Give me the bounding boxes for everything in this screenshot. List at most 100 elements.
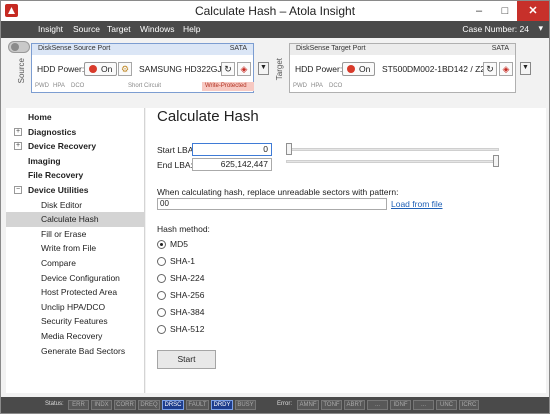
sidebar-item-label: Device Recovery xyxy=(28,141,97,152)
sidebar-item-home[interactable]: Home xyxy=(6,110,145,125)
refresh-icon[interactable]: ↻ xyxy=(221,62,235,76)
sidebar-nav: Home + Diagnostics + Device Recovery Ima… xyxy=(6,108,145,393)
chevron-down-icon[interactable]: ▾ xyxy=(538,23,543,34)
target-hdd-power-label: HDD Power: xyxy=(295,64,343,74)
source-port-panel: DiskSense Source Port SATA HDD Power: On… xyxy=(31,43,254,93)
sidebar-item-label: Unclip HPA/DCO xyxy=(41,301,106,312)
status-flag-fault: FAULT xyxy=(186,400,209,410)
source-status-strip: PWD HPA DCO Short Circuit Write-Protecte… xyxy=(32,82,254,91)
start-lba-input[interactable]: 0 xyxy=(192,143,272,156)
refresh-icon[interactable]: ↻ xyxy=(483,62,497,76)
source-hdd-power-label: HDD Power: xyxy=(37,64,85,74)
toggle-panel-icon[interactable] xyxy=(8,41,30,53)
source-drive-name: SAMSUNG HD322GJ... xyxy=(139,64,229,74)
slider-track xyxy=(286,148,499,151)
sidebar-item-compare[interactable]: Compare xyxy=(6,256,145,271)
pattern-label: When calculating hash, replace unreadabl… xyxy=(157,187,399,197)
error-flag-idnf: IDNF xyxy=(390,400,411,410)
sidebar-item-label: Diagnostics xyxy=(28,126,77,137)
sidebar-item-unclip-hpa-dco[interactable]: Unclip HPA/DCO xyxy=(6,300,145,315)
menu-insight[interactable]: Insight xyxy=(38,24,63,34)
sidebar-item-label: Device Configuration xyxy=(41,272,120,283)
short-circuit-indicator: Short Circuit xyxy=(128,83,162,89)
main-content: Calculate Hash Start LBA: 0 End LBA: 625… xyxy=(146,108,546,393)
radio-button[interactable] xyxy=(157,325,166,334)
start-button[interactable]: Start xyxy=(157,350,216,369)
sidebar-item-disk-editor[interactable]: Disk Editor xyxy=(6,198,145,213)
load-from-file-link[interactable]: Load from file xyxy=(391,199,443,209)
minimize-button[interactable]: – xyxy=(466,1,492,21)
status-flag-busy: BUSY xyxy=(235,400,256,410)
case-number[interactable]: Case Number: 24 xyxy=(462,24,529,34)
end-lba-slider[interactable] xyxy=(286,155,499,168)
sidebar-item-device-utilities[interactable]: − Device Utilities xyxy=(6,183,145,198)
error-label: Error: xyxy=(277,401,292,407)
page-title: Calculate Hash xyxy=(157,108,259,125)
slider-track xyxy=(286,160,499,163)
radio-label: SHA-512 xyxy=(170,324,205,334)
status-flag-drdy: DRDY xyxy=(211,400,233,410)
sidebar-item-write-from-file[interactable]: Write from File xyxy=(6,241,145,256)
sidebar-item-diagnostics[interactable]: + Diagnostics xyxy=(6,125,145,140)
sidebar-item-label: Imaging xyxy=(28,155,61,166)
sidebar-item-imaging[interactable]: Imaging xyxy=(6,154,145,169)
source-dropdown-button[interactable]: ▼ xyxy=(258,62,269,75)
power-icon xyxy=(89,65,97,73)
end-lba-slider-thumb[interactable] xyxy=(493,155,499,167)
maximize-button[interactable]: □ xyxy=(492,1,518,21)
source-power-state: On xyxy=(101,64,113,74)
collapse-icon[interactable]: − xyxy=(14,186,22,194)
pattern-input[interactable]: 00 xyxy=(157,198,387,210)
target-dropdown-button[interactable]: ▼ xyxy=(520,62,531,75)
title-bar: Calculate Hash – Atola Insight – □ ✕ xyxy=(1,1,549,21)
status-label: Status: xyxy=(45,401,64,407)
radio-button-checked[interactable] xyxy=(157,240,166,249)
disk-icon[interactable]: ◈ xyxy=(237,62,251,76)
end-lba-label: End LBA: xyxy=(157,160,193,170)
error-flag-icrc: ICRC xyxy=(459,400,479,410)
sidebar-item-label: Fill or Erase xyxy=(41,228,87,239)
source-side-label: Source xyxy=(17,58,26,84)
close-button[interactable]: ✕ xyxy=(517,1,549,21)
target-tag-hpa: HPA xyxy=(311,83,323,89)
radio-label: SHA-224 xyxy=(170,273,205,283)
sidebar-item-label: Write from File xyxy=(41,243,97,254)
expand-icon[interactable]: + xyxy=(14,127,22,136)
port-toolbar: Source DiskSense Source Port SATA HDD Po… xyxy=(1,38,549,98)
target-port-interface: SATA xyxy=(491,45,509,52)
sidebar-item-label: Media Recovery xyxy=(41,331,103,341)
reset-icon[interactable]: ⚙ xyxy=(118,62,132,76)
radio-button[interactable] xyxy=(157,308,166,317)
sidebar-item-fill-or-erase[interactable]: Fill or Erase xyxy=(6,227,145,242)
target-power-button[interactable]: On xyxy=(342,62,376,76)
source-power-button[interactable]: On xyxy=(84,62,118,76)
menu-help[interactable]: Help xyxy=(183,24,200,34)
error-flag-amnf: AMNF xyxy=(297,400,319,410)
menu-bar: Insight Source Target Windows Help Case … xyxy=(1,21,549,38)
sidebar-item-media-recovery[interactable]: Media Recovery xyxy=(6,329,145,344)
end-lba-input[interactable]: 625,142,447 xyxy=(192,158,272,171)
radio-button[interactable] xyxy=(157,291,166,300)
sidebar-item-security-features[interactable]: Security Features xyxy=(6,314,145,329)
radio-button[interactable] xyxy=(157,274,166,283)
source-tag-hpa: HPA xyxy=(53,83,65,89)
sidebar-item-generate-bad-sectors[interactable]: Generate Bad Sectors xyxy=(6,344,145,359)
radio-button[interactable] xyxy=(157,257,166,266)
disk-icon[interactable]: ◈ xyxy=(499,62,513,76)
radio-label: SHA-384 xyxy=(170,307,205,317)
status-flag-corr: CORR xyxy=(114,400,136,410)
sidebar-item-device-recovery[interactable]: + Device Recovery xyxy=(6,139,145,154)
status-flag-err: ERR xyxy=(68,400,89,410)
sidebar-item-file-recovery[interactable]: File Recovery xyxy=(6,168,145,183)
sidebar-item-device-configuration[interactable]: Device Configuration xyxy=(6,271,145,286)
target-port-panel: DiskSense Target Port SATA HDD Power: On… xyxy=(289,43,516,93)
start-lba-slider-thumb[interactable] xyxy=(286,143,292,155)
sidebar-item-host-protected-area[interactable]: Host Protected Area xyxy=(6,285,145,300)
sidebar-item-label: Device Utilities xyxy=(28,185,89,195)
expand-icon[interactable]: + xyxy=(14,142,22,151)
sidebar-item-calculate-hash[interactable]: Calculate Hash xyxy=(6,212,145,227)
target-power-state: On xyxy=(359,64,371,74)
menu-source[interactable]: Source xyxy=(73,24,100,34)
menu-target[interactable]: Target xyxy=(107,24,131,34)
menu-windows[interactable]: Windows xyxy=(140,24,174,34)
